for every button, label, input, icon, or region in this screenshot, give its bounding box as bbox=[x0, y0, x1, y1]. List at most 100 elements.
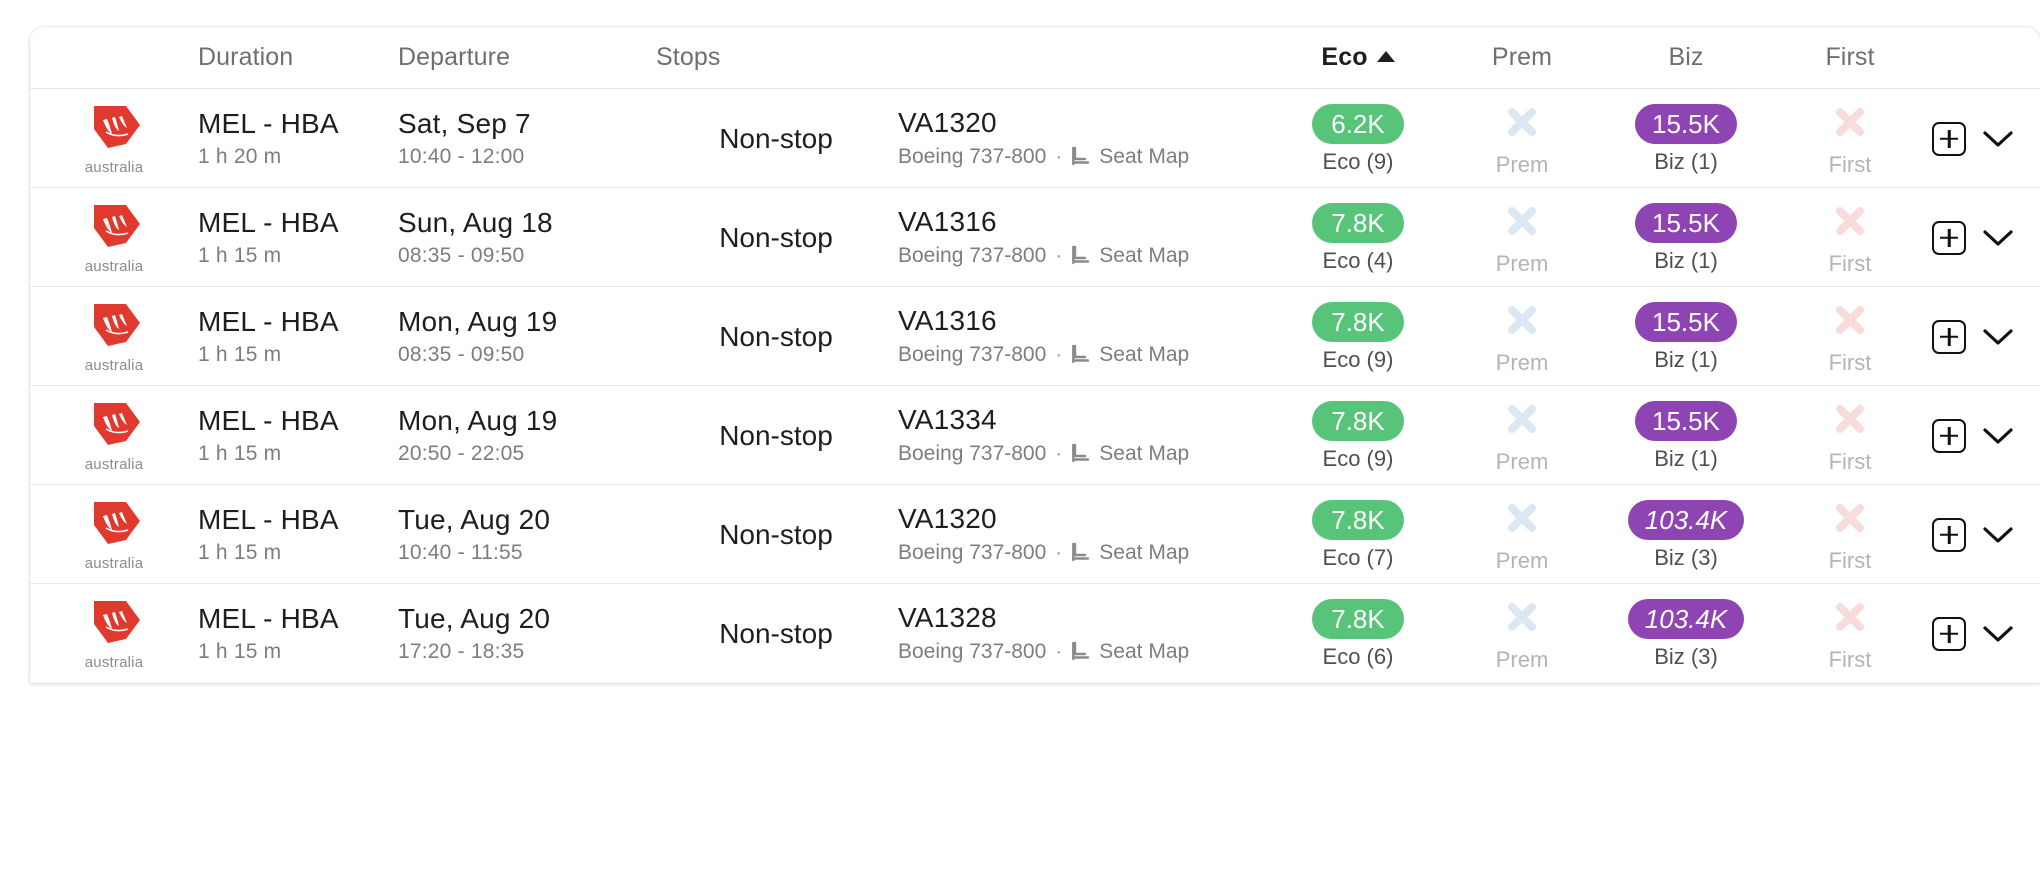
fare-cell-biz[interactable]: 15.5K Biz (1) bbox=[1604, 188, 1768, 287]
stops-label: Non-stop bbox=[719, 320, 833, 352]
departure-date: Sun, Aug 18 bbox=[398, 207, 553, 239]
fare-price-pill-biz[interactable]: 15.5K bbox=[1635, 401, 1737, 441]
table-row[interactable]: australia MEL - HBA 1 h 15 m Sun, Aug 18 08:… bbox=[30, 188, 2040, 287]
column-header-biz[interactable]: Biz bbox=[1604, 43, 1768, 72]
add-to-compare-button[interactable] bbox=[1932, 319, 1966, 354]
route-duration-cell: MEL - HBA 1 h 15 m bbox=[198, 406, 398, 464]
departure-times: 20:50 - 22:05 bbox=[398, 441, 525, 465]
seat-map-link[interactable]: Seat Map bbox=[1099, 640, 1189, 664]
chevron-down-icon[interactable] bbox=[1982, 525, 2014, 545]
seat-map-link[interactable]: Seat Map bbox=[1099, 343, 1189, 367]
chevron-down-icon[interactable] bbox=[1982, 228, 2014, 248]
stops-label: Non-stop bbox=[719, 221, 833, 253]
chevron-down-icon[interactable] bbox=[1982, 327, 2014, 347]
stops-label: Non-stop bbox=[719, 617, 833, 649]
route-duration-cell: MEL - HBA 1 h 20 m bbox=[198, 109, 398, 167]
add-to-compare-button[interactable] bbox=[1932, 517, 1966, 552]
fare-cell-eco[interactable]: 7.8K Eco (9) bbox=[1276, 386, 1440, 485]
route-duration-cell: MEL - HBA 1 h 15 m bbox=[198, 208, 398, 266]
row-actions-cell bbox=[1932, 89, 2040, 188]
fare-cell-first[interactable]: First bbox=[1768, 188, 1932, 287]
fare-cell-eco[interactable]: 6.2K Eco (9) bbox=[1276, 89, 1440, 188]
fare-price-pill-biz[interactable]: 15.5K bbox=[1635, 104, 1737, 144]
fare-cell-eco[interactable]: 7.8K Eco (4) bbox=[1276, 188, 1440, 287]
fare-cell-biz[interactable]: 15.5K Biz (1) bbox=[1604, 386, 1768, 485]
seat-map-link[interactable]: Seat Map bbox=[1099, 442, 1189, 466]
fare-cell-prem[interactable]: Prem bbox=[1440, 89, 1604, 188]
fare-cell-first[interactable]: First bbox=[1768, 386, 1932, 485]
fare-price-pill-eco[interactable]: 7.8K bbox=[1312, 302, 1404, 342]
column-header-label: Stops bbox=[656, 43, 721, 71]
fare-cell-prem[interactable]: Prem bbox=[1440, 485, 1604, 584]
table-row[interactable]: australia MEL - HBA 1 h 15 m Mon, Aug 19 08:… bbox=[30, 287, 2040, 386]
column-header-departure[interactable]: Departure bbox=[398, 43, 656, 72]
virgin-australia-logo-icon bbox=[86, 300, 142, 355]
table-row[interactable]: australia MEL - HBA 1 h 15 m Tue, Aug 20 10:… bbox=[30, 485, 2040, 584]
fare-price-pill-biz[interactable]: 103.4K bbox=[1627, 599, 1745, 639]
fare-cell-prem[interactable]: Prem bbox=[1440, 584, 1604, 683]
column-header-label: Biz bbox=[1668, 43, 1704, 71]
airline-wordmark: australia bbox=[84, 258, 144, 275]
fare-label-eco: Eco (9) bbox=[1322, 347, 1394, 372]
column-header-first[interactable]: First bbox=[1768, 43, 1932, 72]
duration-label: 1 h 15 m bbox=[198, 243, 282, 267]
column-header-duration[interactable]: Duration bbox=[198, 43, 398, 72]
fare-price-pill-biz[interactable]: 15.5K bbox=[1635, 203, 1737, 243]
virgin-australia-logo-icon bbox=[86, 201, 142, 256]
fare-label-prem: Prem bbox=[1495, 250, 1549, 276]
column-header-label: Duration bbox=[198, 43, 294, 71]
departure-date: Tue, Aug 20 bbox=[398, 504, 551, 536]
fare-price-pill-eco[interactable]: 6.2K bbox=[1312, 104, 1404, 144]
add-to-compare-button[interactable] bbox=[1932, 418, 1966, 453]
fare-cell-eco[interactable]: 7.8K Eco (7) bbox=[1276, 485, 1440, 584]
fare-cell-first[interactable]: First bbox=[1768, 89, 1932, 188]
fare-label-first: First bbox=[1828, 250, 1872, 276]
fare-price-pill-eco[interactable]: 7.8K bbox=[1312, 203, 1404, 243]
table-row[interactable]: australia MEL - HBA 1 h 15 m Tue, Aug 20 17:… bbox=[30, 584, 2040, 683]
add-to-compare-button[interactable] bbox=[1932, 220, 1966, 255]
fare-cell-first[interactable]: First bbox=[1768, 485, 1932, 584]
chevron-down-icon[interactable] bbox=[1982, 624, 2014, 644]
column-header-stops[interactable]: Stops bbox=[656, 43, 896, 72]
seat-map-link[interactable]: Seat Map bbox=[1099, 541, 1189, 565]
fare-cell-prem[interactable]: Prem bbox=[1440, 287, 1604, 386]
fare-cell-eco[interactable]: 7.8K Eco (6) bbox=[1276, 584, 1440, 683]
chevron-down-icon[interactable] bbox=[1982, 426, 2014, 446]
departure-date: Sat, Sep 7 bbox=[398, 108, 531, 140]
airline-logo-cell: australia bbox=[30, 287, 198, 386]
fare-price-pill-eco[interactable]: 7.8K bbox=[1312, 599, 1404, 639]
route-duration-cell: MEL - HBA 1 h 15 m bbox=[198, 307, 398, 365]
virgin-australia-logo-icon bbox=[86, 498, 142, 553]
seat-map-link[interactable]: Seat Map bbox=[1099, 145, 1189, 169]
add-to-compare-button[interactable] bbox=[1932, 121, 1966, 156]
fare-cell-biz[interactable]: 15.5K Biz (1) bbox=[1604, 89, 1768, 188]
column-header-eco[interactable]: Eco bbox=[1276, 43, 1440, 72]
fare-cell-biz[interactable]: 15.5K Biz (1) bbox=[1604, 287, 1768, 386]
fare-cell-eco[interactable]: 7.8K Eco (9) bbox=[1276, 287, 1440, 386]
flight-info-cell: VA1328 Boeing 737-800 · Seat Map bbox=[896, 603, 1276, 663]
fare-price-pill-biz[interactable]: 15.5K bbox=[1635, 302, 1737, 342]
add-to-compare-button[interactable] bbox=[1932, 616, 1966, 651]
fare-cell-prem[interactable]: Prem bbox=[1440, 188, 1604, 287]
table-row[interactable]: australia MEL - HBA 1 h 15 m Mon, Aug 19 20:… bbox=[30, 386, 2040, 485]
fare-cell-biz[interactable]: 103.4K Biz (3) bbox=[1604, 584, 1768, 683]
column-header-prem[interactable]: Prem bbox=[1440, 43, 1604, 72]
duration-label: 1 h 15 m bbox=[198, 342, 282, 366]
seat-map-link[interactable]: Seat Map bbox=[1099, 244, 1189, 268]
fare-cell-first[interactable]: First bbox=[1768, 287, 1932, 386]
aircraft-label: Boeing 737-800 bbox=[898, 342, 1047, 366]
aircraft-label: Boeing 737-800 bbox=[898, 639, 1047, 663]
fare-cell-first[interactable]: First bbox=[1768, 584, 1932, 683]
table-row[interactable]: australia MEL - HBA 1 h 20 m Sat, Sep 7 10:4… bbox=[30, 89, 2040, 188]
airline-logo-cell: australia bbox=[30, 485, 198, 584]
fare-cell-prem[interactable]: Prem bbox=[1440, 386, 1604, 485]
fare-label-biz: Biz (1) bbox=[1654, 446, 1718, 471]
fare-price-pill-biz[interactable]: 103.4K bbox=[1627, 500, 1745, 540]
fare-cell-biz[interactable]: 103.4K Biz (3) bbox=[1604, 485, 1768, 584]
fare-label-first: First bbox=[1828, 646, 1872, 672]
fare-price-pill-eco[interactable]: 7.8K bbox=[1312, 401, 1404, 441]
chevron-down-icon[interactable] bbox=[1982, 129, 2014, 149]
separator-dot: · bbox=[1055, 441, 1063, 465]
fare-price-pill-eco[interactable]: 7.8K bbox=[1312, 500, 1404, 540]
fare-label-prem: Prem bbox=[1495, 448, 1549, 474]
